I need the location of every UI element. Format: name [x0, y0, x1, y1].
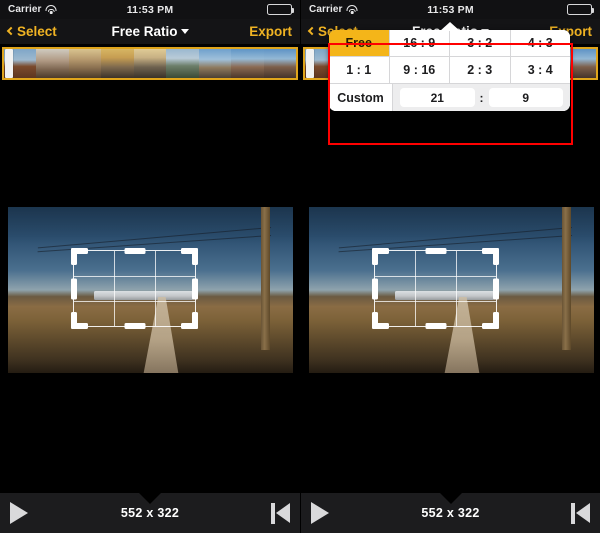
timeline-marker-icon — [139, 493, 161, 504]
panel-right: Carrier 11:53 PM Select Free Ratio Expor… — [300, 0, 600, 533]
video-preview[interactable] — [309, 207, 594, 373]
battery-full-icon — [567, 4, 595, 15]
ratio-option-custom[interactable]: Custom — [329, 84, 393, 111]
skip-to-start-icon[interactable] — [571, 502, 590, 524]
crop-grid-line — [74, 275, 195, 277]
bottom-toolbar: 552 x 322 — [0, 493, 300, 533]
utility-pole — [261, 207, 271, 350]
utility-pole — [562, 207, 572, 350]
chevron-left-icon — [307, 26, 317, 36]
battery-full-icon — [267, 4, 295, 15]
crop-grid-line — [455, 251, 457, 326]
playhead[interactable] — [306, 49, 314, 78]
dimensions-label: 552 x 322 — [120, 506, 180, 520]
status-bar-left: Carrier — [309, 4, 358, 15]
filmstrip-thumb[interactable] — [36, 49, 69, 78]
ratio-row: Free 16 : 9 3 : 2 4 : 3 — [329, 30, 570, 57]
ratio-separator: : — [479, 90, 484, 105]
ratio-row: 1 : 1 9 : 16 2 : 3 3 : 4 — [329, 57, 570, 84]
crop-handle-bottom-left[interactable] — [71, 312, 77, 329]
filmstrip-thumb[interactable] — [68, 49, 102, 78]
crop-grid-line — [74, 300, 195, 302]
custom-width-input[interactable]: 21 — [400, 88, 475, 107]
ratio-option-3-4[interactable]: 3 : 4 — [510, 57, 570, 84]
triangle-down-icon — [180, 29, 189, 34]
crop-handle-bottom[interactable] — [425, 323, 446, 329]
filmstrip-thumb[interactable] — [231, 49, 264, 78]
status-bar-right — [267, 4, 295, 15]
custom-ratio-fields: 21 : 9 — [393, 84, 570, 111]
bottom-toolbar: 552 x 322 — [301, 493, 600, 533]
crop-overlay[interactable] — [71, 248, 198, 329]
ratio-option-1-1[interactable]: 1 : 1 — [329, 57, 390, 84]
filmstrip[interactable] — [2, 47, 298, 80]
panel-left: Carrier 11:53 PM Select Free Ratio Expor… — [0, 0, 300, 533]
filmstrip-thumb[interactable] — [263, 49, 296, 78]
wifi-icon — [45, 5, 57, 14]
filmstrip-thumb[interactable] — [101, 49, 134, 78]
select-back-button[interactable]: Select — [6, 24, 57, 39]
crop-handle-bottom[interactable] — [124, 323, 145, 329]
dimensions-label: 552 x 322 — [421, 506, 480, 520]
play-icon[interactable] — [10, 502, 28, 524]
crop-handle-top-left[interactable] — [372, 248, 378, 265]
wifi-icon — [346, 5, 358, 14]
chevron-left-icon — [6, 26, 16, 36]
ratio-option-9-16[interactable]: 9 : 16 — [389, 57, 450, 84]
play-icon[interactable] — [311, 502, 329, 524]
panel-divider — [300, 0, 301, 533]
crop-grid-line — [154, 251, 156, 326]
filmstrip-thumb[interactable] — [166, 49, 199, 78]
ratio-option-4-3[interactable]: 4 : 3 — [510, 30, 570, 57]
crop-handle-left[interactable] — [372, 278, 378, 299]
ratio-option-16-9[interactable]: 16 : 9 — [389, 30, 450, 57]
crop-grid-line — [415, 251, 417, 326]
status-bar-right — [567, 4, 595, 15]
crop-handle-bottom-right[interactable] — [192, 312, 198, 329]
crop-handle-left[interactable] — [71, 278, 77, 299]
page-title-label: Free Ratio — [111, 24, 178, 39]
ratio-option-3-2[interactable]: 3 : 2 — [450, 30, 511, 57]
select-back-label: Select — [17, 24, 57, 39]
status-bar-left: Carrier — [8, 4, 57, 15]
popover-body: Free 16 : 9 3 : 2 4 : 3 1 : 1 9 : 16 2 :… — [329, 30, 570, 111]
popover-arrow-icon — [439, 22, 460, 31]
ratio-custom-row: Custom 21 : 9 — [329, 84, 570, 111]
crop-overlay[interactable] — [372, 248, 499, 329]
crop-handle-top[interactable] — [425, 248, 446, 254]
crop-handle-top-right[interactable] — [493, 248, 499, 265]
crop-handle-top[interactable] — [124, 248, 145, 254]
ratio-option-free[interactable]: Free — [329, 30, 390, 57]
carrier-label: Carrier — [309, 4, 343, 15]
timeline-marker-icon — [439, 493, 462, 504]
crop-handle-right[interactable] — [192, 278, 198, 299]
crop-handle-top-right[interactable] — [192, 248, 198, 265]
playhead[interactable] — [5, 49, 13, 78]
status-bar: Carrier 11:53 PM — [0, 0, 300, 19]
crop-grid-line — [114, 251, 116, 326]
crop-handle-bottom-left[interactable] — [372, 312, 378, 329]
crop-handle-right[interactable] — [493, 278, 499, 299]
carrier-label: Carrier — [8, 4, 42, 15]
ratio-option-2-3[interactable]: 2 : 3 — [450, 57, 511, 84]
filmstrip-thumb[interactable] — [133, 49, 167, 78]
skip-to-start-icon[interactable] — [271, 502, 290, 524]
aspect-ratio-popover: Free 16 : 9 3 : 2 4 : 3 1 : 1 9 : 16 2 :… — [329, 22, 570, 111]
screenshot-stage: Carrier 11:53 PM Select Free Ratio Expor… — [0, 0, 600, 533]
crop-handle-top-left[interactable] — [71, 248, 77, 265]
crop-handle-bottom-right[interactable] — [493, 312, 499, 329]
export-button[interactable]: Export — [249, 24, 292, 39]
nav-bar: Select Free Ratio Export — [0, 19, 300, 44]
status-bar: Carrier 11:53 PM — [301, 0, 600, 19]
crop-grid-line — [375, 300, 496, 302]
custom-height-input[interactable]: 9 — [488, 88, 563, 107]
filmstrip-thumb[interactable] — [198, 49, 232, 78]
video-preview[interactable] — [8, 207, 293, 373]
crop-grid-line — [375, 275, 496, 277]
